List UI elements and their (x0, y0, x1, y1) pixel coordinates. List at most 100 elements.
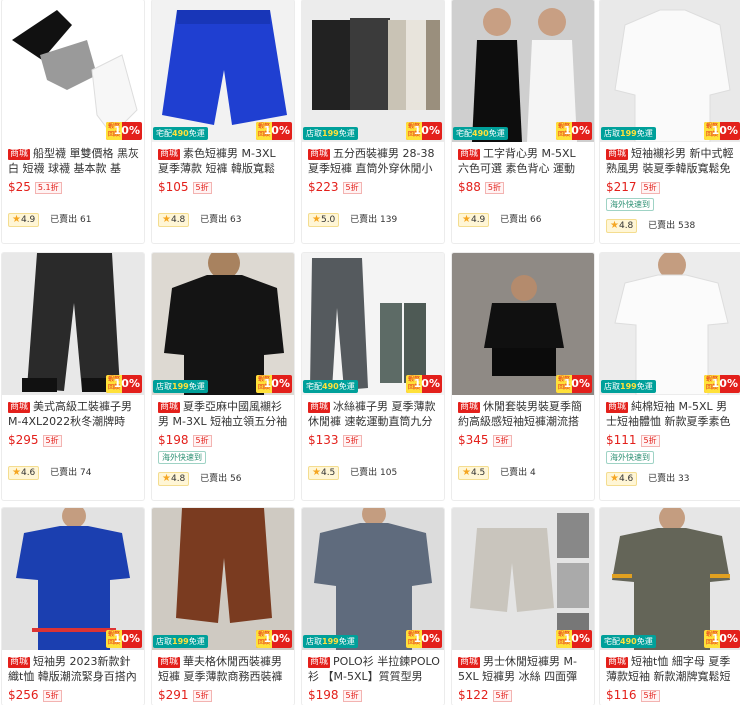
product-title[interactable]: 商城POLO衫 半拉鍊POLO衫 【M-5XL】質質型男素... (308, 654, 440, 684)
star-icon: ★ (610, 473, 619, 484)
cashback-value: 10% (563, 124, 590, 137)
mall-tag: 商城 (458, 657, 481, 668)
product-card[interactable]: 店取199免運 蝦幣回饋 10% 商城 夏季亞麻中國風襯衫男 M-3XL 短袖立領… (152, 253, 294, 500)
product-image[interactable]: 蝦幣回饋 10% (2, 0, 144, 142)
product-title[interactable]: 商城美式高級工裝褲子男 M-4XL2022秋冬潮牌時尚... (8, 399, 140, 429)
mall-tag: 商城 (458, 402, 481, 413)
product-card[interactable]: 宅配490免運 蝦幣回饋 10% 商城 素色短褲男 M-3XL 夏季薄款 短褲 韓… (152, 0, 294, 243)
price-row: $291 5折 (158, 688, 212, 704)
cashback-value: 10% (113, 124, 140, 137)
product-title[interactable]: 商城短袖男 2023新款針織t恤 韓版潮流緊身百搭內搭... (8, 654, 140, 684)
mall-tag: 商城 (458, 149, 481, 160)
product-title[interactable]: 商城華夫格休閒西裝褲男短褲 夏季薄款商務西裝褲 ... (158, 654, 290, 684)
product-image[interactable]: 宅配490免運 蝦幣回饋 10% (452, 0, 594, 142)
product-card[interactable]: 蝦幣回饋 10% 商城船型襪 單雙價格 黑灰白 短襪 球襪 基本款 基本... … (2, 0, 144, 243)
product-image[interactable]: 蝦幣回饋 10% (2, 253, 144, 395)
product-title[interactable]: 商城休閒套裝男裝夏季簡約高級感短袖短褲潮流搭配... (458, 399, 590, 429)
cashback-value: 10% (263, 632, 290, 645)
sold-count: 已賣出 538 (648, 221, 696, 231)
overseas-tag: 海外快速到 (606, 198, 654, 211)
product-title[interactable]: 商城短袖t恤 細字母 夏季薄款短袖 新款潮牌寬鬆短袖... (606, 654, 738, 684)
shipping-badge: 店取199免運 (601, 127, 656, 140)
product-title[interactable]: 商城五分西裝褲男 28-38夏季短褲 直筒外穿休閒小西... (308, 146, 440, 176)
product-card[interactable]: 宅配490免運 蝦幣回饋 10% 商城 短袖t恤 細字母 夏季薄款短袖 新款潮牌寬… (600, 508, 740, 705)
price: $122 (458, 688, 489, 702)
shipping-badge: 宅配490免運 (601, 635, 656, 648)
sold-count: 已賣出 56 (200, 474, 242, 484)
star-icon: ★ (462, 467, 471, 478)
product-card[interactable]: 店取199免運 蝦幣回饋 10% 商城 POLO衫 半拉鍊POLO衫 【M-5XL… (302, 508, 444, 705)
sold-count: 已賣出 61 (50, 215, 92, 225)
product-title[interactable]: 商城冰絲褲子男 夏季薄款休閒褲 速乾運動直筒九分褲... (308, 399, 440, 429)
cashback-badge: 蝦幣回饋 10% (406, 122, 442, 140)
product-image[interactable]: 宅配490免運 蝦幣回饋 10% (600, 508, 740, 650)
rating-row: ★4.5 已賣出 4 (458, 465, 536, 481)
product-image[interactable]: 蝦幣回饋 10% (452, 253, 594, 395)
shipping-badge: 宅配490免運 (153, 127, 208, 140)
discount-tag: 5.1折 (34, 182, 62, 194)
rating-badge: ★4.5 (308, 466, 340, 480)
product-image[interactable]: 店取199免運 蝦幣回饋 10% (600, 253, 740, 395)
price: $111 (606, 433, 637, 447)
discount-tag: 5折 (192, 435, 212, 447)
product-image[interactable]: 店取199免運 蝦幣回饋 10% (152, 253, 294, 395)
product-card[interactable]: 店取199免運 蝦幣回饋 10% 商城 華夫格休閒西裝褲男短褲 夏季薄款商務西裝褲… (152, 508, 294, 705)
mall-tag: 商城 (8, 149, 31, 160)
product-card[interactable]: 店取199免運 蝦幣回饋 10% 商城 純棉短袖 M-5XL 男士短袖體恤 新款夏… (600, 253, 740, 500)
cashback-value: 10% (563, 377, 590, 390)
product-card[interactable]: 店取199免運 蝦幣回饋 10% 商城 短袖襯衫男 新中式輕熟風男 裝夏季韓版寬鬆… (600, 0, 740, 243)
product-title[interactable]: 商城船型襪 單雙價格 黑灰白 短襪 球襪 基本款 基本... (8, 146, 140, 176)
price: $291 (158, 688, 189, 702)
product-image[interactable]: 店取199免運 蝦幣回饋 10% (600, 0, 740, 142)
product-title[interactable]: 商城工字背心男 M-5XL 六色可選 素色背心 運動健... (458, 146, 590, 176)
cashback-badge: 蝦幣回饋 10% (704, 630, 740, 648)
price-row: $25 5.1折 (8, 180, 62, 196)
shipping-badge: 宅配490免運 (453, 127, 508, 140)
cashback-value: 10% (263, 124, 290, 137)
mall-tag: 商城 (8, 402, 31, 413)
product-title[interactable]: 商城純棉短袖 M-5XL 男士短袖體恤 新款夏季素色體... (606, 399, 738, 429)
product-image[interactable]: 店取199免運 蝦幣回饋 10% (152, 508, 294, 650)
price-row: $198 5折 (308, 688, 362, 704)
cashback-badge: 蝦幣回饋 10% (106, 630, 142, 648)
product-image[interactable]: 宅配490免運 蝦幣回饋 10% (152, 0, 294, 142)
product-card[interactable]: 店取199免運 蝦幣回饋 10% 商城 五分西裝褲男 28-38夏季短褲 直筒外穿… (302, 0, 444, 243)
product-image[interactable]: 宅配490免運 蝦幣回饋 10% (302, 253, 444, 395)
product-card[interactable]: 蝦幣回饋 10% 商城短袖男 2023新款針織t恤 韓版潮流緊身百搭內搭... … (2, 508, 144, 705)
cashback-value: 10% (113, 632, 140, 645)
product-title[interactable]: 商城短袖襯衫男 新中式輕熟風男 裝夏季韓版寬鬆免燙... (606, 146, 738, 176)
product-image[interactable]: 店取199免運 蝦幣回饋 10% (302, 508, 444, 650)
price-row: $133 5折 (308, 433, 362, 449)
product-image[interactable]: 店取199免運 蝦幣回饋 10% (302, 0, 444, 142)
product-title[interactable]: 商城素色短褲男 M-3XL 夏季薄款 短褲 韓版寬鬆五... (158, 146, 290, 176)
product-grid: 蝦幣回饋 10% 商城船型襪 單雙價格 黑灰白 短襪 球襪 基本款 基本... … (0, 0, 740, 705)
cashback-badge: 蝦幣回饋 10% (256, 630, 292, 648)
rating-badge: ★4.8 (158, 472, 190, 486)
mall-tag: 商城 (308, 149, 331, 160)
product-card[interactable]: 宅配490免運 蝦幣回饋 10% 商城 冰絲褲子男 夏季薄款休閒褲 速乾運動直筒九… (302, 253, 444, 500)
rating-badge: ★5.0 (308, 213, 340, 227)
star-icon: ★ (162, 473, 171, 484)
price: $295 (8, 433, 39, 447)
product-title[interactable]: 商城夏季亞麻中國風襯衫男 M-3XL 短袖立領五分袖寸... (158, 399, 290, 429)
shipping-badge: 店取199免運 (303, 635, 358, 648)
rating-badge: ★4.8 (158, 213, 190, 227)
discount-tag: 5折 (42, 690, 62, 702)
product-title[interactable]: 商城男士休閒短褲男 M-5XL 短褲男 冰絲 四面彈 寬鬆... (458, 654, 590, 684)
price: $198 (158, 433, 189, 447)
price-row: $223 5折 (308, 180, 362, 196)
price: $88 (458, 180, 481, 194)
sold-count: 已賣出 74 (50, 468, 92, 478)
discount-tag: 5折 (492, 690, 512, 702)
price: $223 (308, 180, 339, 194)
rating-row: ★4.6 已賣出 74 (8, 465, 92, 481)
product-card[interactable]: 蝦幣回饋 10% 商城休閒套裝男裝夏季簡約高級感短袖短褲潮流搭配... $345… (452, 253, 594, 500)
product-card[interactable]: 蝦幣回饋 10% 商城美式高級工裝褲子男 M-4XL2022秋冬潮牌時尚... … (2, 253, 144, 500)
product-card[interactable]: 宅配490免運 蝦幣回饋 10% 商城 工字背心男 M-5XL 六色可選 素色背心… (452, 0, 594, 243)
product-card[interactable]: 蝦幣回饋 10% 商城男士休閒短褲男 M-5XL 短褲男 冰絲 四面彈 寬鬆..… (452, 508, 594, 705)
product-image[interactable]: 蝦幣回饋 10% (452, 508, 594, 650)
cashback-badge: 蝦幣回饋 10% (256, 122, 292, 140)
price-row: $295 5折 (8, 433, 62, 449)
rating-badge: ★4.5 (458, 466, 490, 480)
product-image[interactable]: 蝦幣回饋 10% (2, 508, 144, 650)
